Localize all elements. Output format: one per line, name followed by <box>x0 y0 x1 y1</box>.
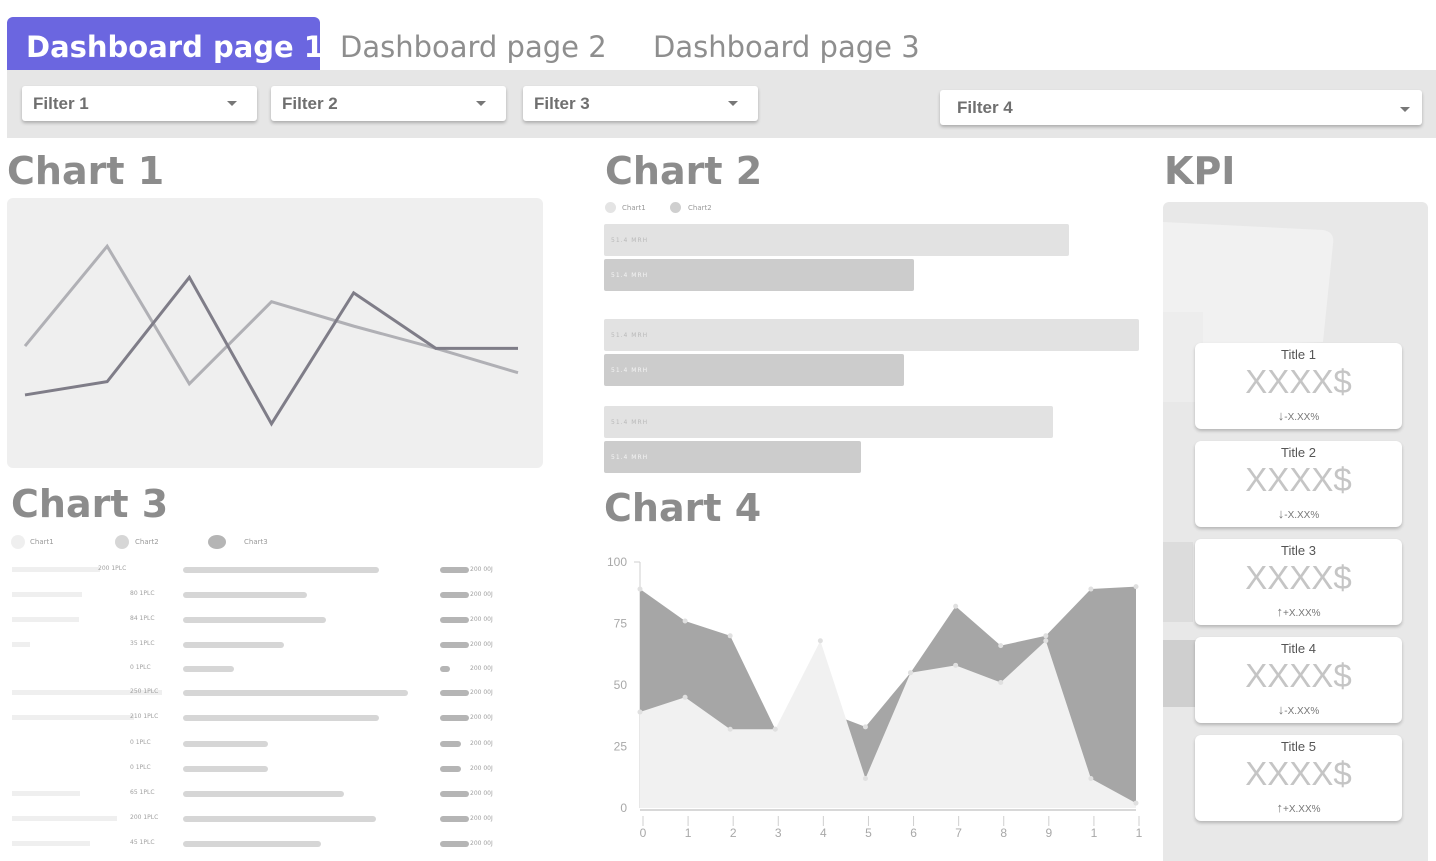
chart-4-x-tick-label: 6 <box>910 826 917 840</box>
chart-4-x-tick-label: 8 <box>1000 826 1007 840</box>
chart-4-series-2-point <box>817 638 823 644</box>
chart-4-x-tick-label: 5 <box>865 826 872 840</box>
chart-4-x-tick-label: 1 <box>1091 826 1098 840</box>
chart-4-series-2-point <box>1133 800 1139 806</box>
chart-4-series-2-point <box>727 726 733 732</box>
chart-4-x-tick-label: 9 <box>1045 826 1052 840</box>
chart-4-series-1-point <box>998 643 1004 649</box>
chart-4-series-1-point <box>1043 633 1049 639</box>
chart-4-series-2-point <box>682 694 688 700</box>
chart-4-series-1-point <box>637 586 643 592</box>
chart-4-x-tick-label: 3 <box>775 826 782 840</box>
chart-4-series-1-point <box>1088 586 1094 592</box>
chart-4-x-tick-label: 1 <box>1136 826 1143 840</box>
chart-4-x-tick-label: 1 <box>685 826 692 840</box>
chart-4-series-1-point <box>727 633 733 639</box>
chart-4-x-tick-label: 2 <box>730 826 737 840</box>
chart-4-x-tick-label: 7 <box>955 826 962 840</box>
chart-4-series-2-point <box>772 726 778 732</box>
chart-4-series-1-point <box>862 724 868 730</box>
chart-4-series-2-point <box>637 709 643 715</box>
chart-4-series-1-point <box>953 603 959 609</box>
chart-4-y-tick-label: 50 <box>614 678 628 692</box>
chart-4-x-tick-label: 0 <box>640 826 647 840</box>
chart-4-series-1-point <box>1133 584 1139 590</box>
chart-4-y-tick-label: 100 <box>607 555 627 569</box>
chart-4-y-tick-label: 0 <box>620 801 627 815</box>
chart-4-x-tick-label: 4 <box>820 826 827 840</box>
chart-4-series-2-point <box>998 680 1004 686</box>
chart-4-series-2-point <box>1088 775 1094 781</box>
chart-4-y-tick-label: 25 <box>614 740 628 754</box>
chart-4-series-2-point <box>953 662 959 668</box>
chart-4-plot: 0 25 50 75 100 0 1 2 3 4 5 6 7 8 9 1 1 <box>607 555 1143 840</box>
chart-4-series-2-point <box>862 775 868 781</box>
chart-4-series-1-point <box>682 618 688 624</box>
chart-4-y-tick-label: 75 <box>614 617 628 631</box>
chart-4-series-2-point <box>1043 638 1049 644</box>
chart-4-series-2-point <box>908 670 914 676</box>
